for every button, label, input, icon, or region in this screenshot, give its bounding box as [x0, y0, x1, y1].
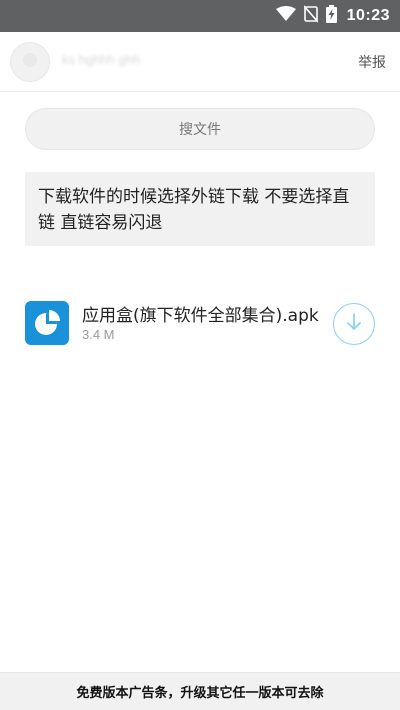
avatar[interactable]	[10, 42, 50, 82]
pie-chart-app-icon	[25, 301, 69, 345]
search-input[interactable]: 搜文件	[25, 108, 375, 150]
download-icon	[345, 312, 363, 336]
file-list-item[interactable]: 应用盒(旗下软件全部集合).apk 3.4 M	[0, 295, 400, 355]
file-size: 3.4 M	[82, 327, 115, 342]
no-signal-icon	[302, 5, 319, 27]
status-time: 10:23	[346, 7, 390, 24]
status-bar: 10:23	[0, 0, 400, 32]
battery-charging-icon	[325, 5, 337, 27]
ad-banner[interactable]: 免费版本广告条，升级其它任一版本可去除	[0, 672, 400, 710]
wifi-icon	[275, 6, 296, 26]
report-button[interactable]: 举报	[358, 52, 386, 72]
header-bar: ks hghhh ghh 举报	[0, 32, 400, 92]
user-name: ks hghhh ghh	[62, 52, 141, 67]
status-icons: 10:23	[268, 0, 390, 32]
download-button[interactable]	[333, 303, 375, 345]
notice-message: 下载软件的时候选择外链下载 不要选择直链 直链容易闪退	[25, 172, 375, 246]
file-name: 应用盒(旗下软件全部集合).apk	[82, 306, 319, 326]
